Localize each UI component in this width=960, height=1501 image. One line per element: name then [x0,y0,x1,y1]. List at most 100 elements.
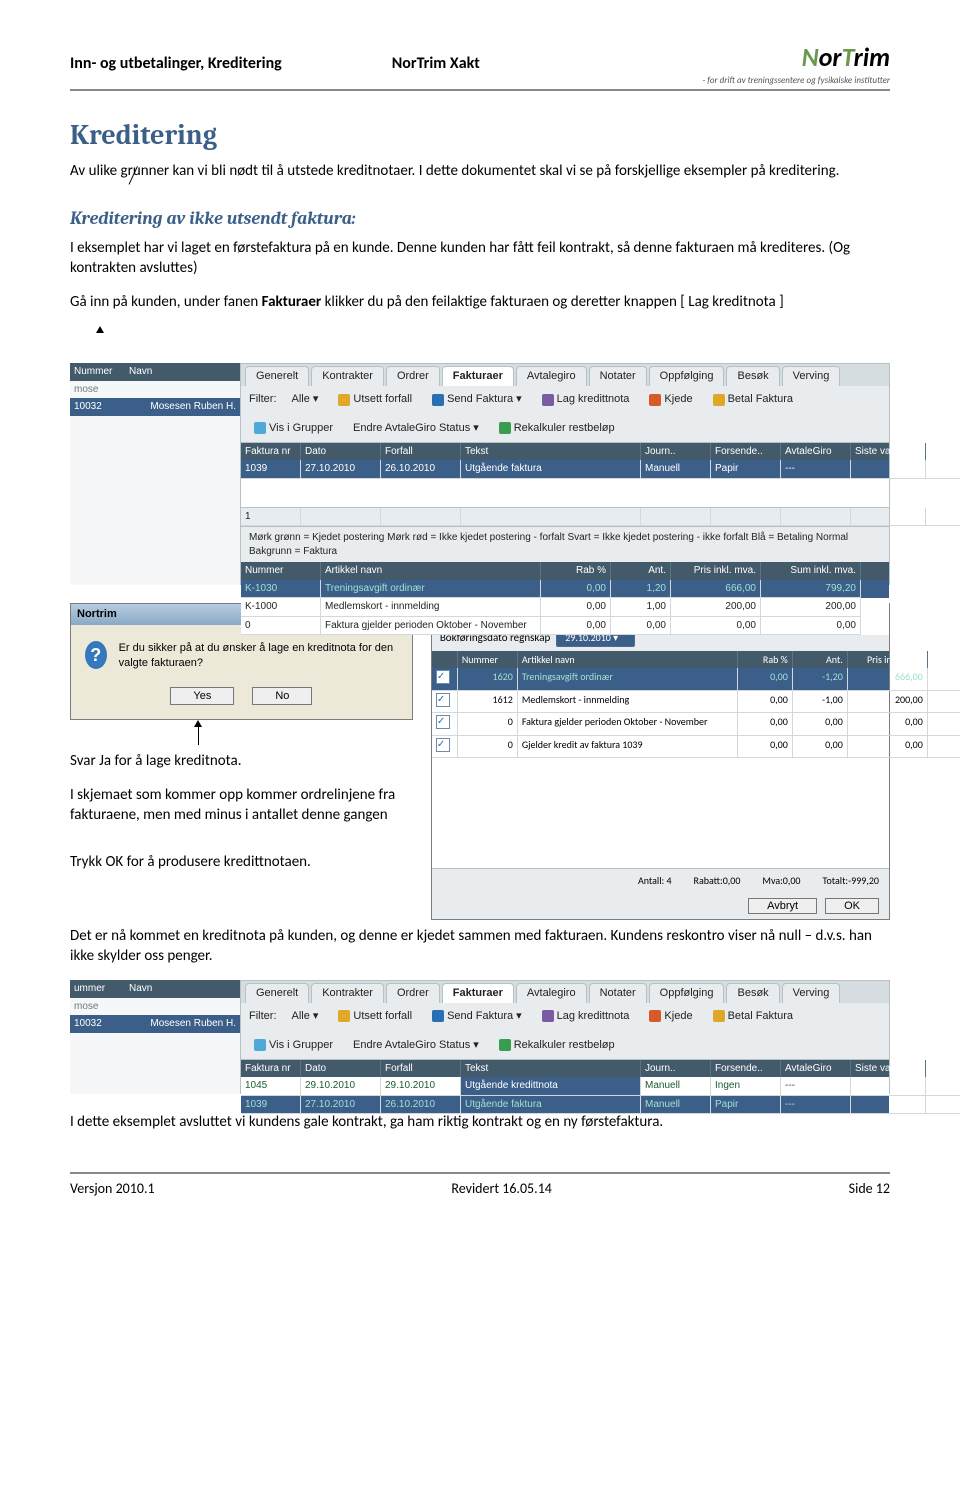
utsett-forfall-button[interactable]: Utsett forfall [333,390,417,409]
logo-tagline: - for drift av treningssentere og fysika… [702,75,890,87]
tab-oppfolging[interactable]: Oppfølging [649,983,725,1003]
customer-row[interactable]: 10032Mosesen Ruben H. [70,1015,240,1033]
tab-verving[interactable]: Verving [782,366,841,386]
order-row[interactable]: 0Gjelder kredit av faktura 10390,000,000… [432,736,889,759]
order-row[interactable]: 0Faktura gjelder perioden Oktober - Nove… [432,713,889,736]
no-button[interactable]: No [252,687,312,705]
vis-grupper-button[interactable]: Vis i Grupper [249,1036,338,1055]
lines-columns: NummerArtikkel navnRab %Ant.Pris inkl. m… [241,562,889,580]
checkbox-icon [436,670,450,684]
tab-kontrakter[interactable]: Kontrakter [311,983,384,1003]
paragraph-3: Gå inn på kunden, under fanen Fakturaer … [70,292,890,312]
tab-generelt[interactable]: Generelt [245,366,309,386]
order-row[interactable]: 1620Treningsavgift ordinær0,00-1,20666,0… [432,668,889,691]
send-faktura-button[interactable]: Send Faktura ▾ [427,390,527,409]
kjede-button[interactable]: Kjede [644,1007,697,1026]
coins-icon [713,394,725,406]
checkbox-icon [436,715,450,729]
heading-1: Kreditering [70,117,890,155]
screenshot-fakturaer: NummerNavn mose 10032Mosesen Ruben H. Ge… [70,363,890,585]
filter-dropdown[interactable]: Alle ▾ [287,1007,324,1026]
invoice-columns: Faktura nrDatoForfallTekstJourn..Forsend… [241,443,889,461]
dialog-message: Er du sikker på at du ønsker å lage en k… [119,641,398,671]
kjede-button[interactable]: Kjede [644,390,697,409]
coins-icon [713,1010,725,1022]
credit-icon [542,1010,554,1022]
paragraph-6: Trykk OK for å produsere kredittnotaen. [70,852,413,872]
send-icon [432,394,444,406]
rekalkuler-button[interactable]: Rekalkuler restbeløp [494,419,620,438]
chain-icon [649,1010,661,1022]
header-app: NorTrim Xakt [392,53,480,75]
tab-kontrakter[interactable]: Kontrakter [311,366,384,386]
tab-ordrer[interactable]: Ordrer [386,366,440,386]
credit-icon [542,394,554,406]
invoice-row[interactable]: 103927.10.201026.10.2010Utgående faktura… [241,460,889,479]
endre-avtalegiro-button[interactable]: Endre AvtaleGiro Status ▾ [348,419,484,438]
send-icon [432,1010,444,1022]
document-header: Inn- og utbetalinger, Kreditering NorTri… [70,40,890,91]
sum-row: 1999,00999,00 [241,508,889,527]
customer-row[interactable]: 10032Mosesen Ruben H. [70,398,240,416]
calc-icon [499,422,511,434]
tab-avtalegiro[interactable]: Avtalegiro [516,366,587,386]
line-row[interactable]: 0Faktura gjelder perioden Oktober - Nove… [241,617,889,636]
tab-verving[interactable]: Verving [782,983,841,1003]
vis-grupper-button[interactable]: Vis i Grupper [249,419,338,438]
paragraph-2: I eksemplet har vi laget en førstefaktur… [70,238,890,279]
filter-input[interactable]: mose [70,381,240,399]
betal-faktura-button[interactable]: Betal Faktura [708,1007,798,1026]
tab-notater[interactable]: Notater [589,366,647,386]
tab-oppfolging[interactable]: Oppfølging [649,366,725,386]
order-columns: NummerArtikkel navnRab %Ant.Pris inkl. m… [432,651,889,669]
clock-icon [338,394,350,406]
toolbar: Filter: Alle ▾ Utsett forfall Send Faktu… [241,386,889,443]
line-row[interactable]: K-1000Medlemskort - innmelding0,001,0020… [241,598,889,617]
tab-fakturaer[interactable]: Fakturaer [442,366,514,386]
tab-avtalegiro[interactable]: Avtalegiro [516,983,587,1003]
avbryt-button[interactable]: Avbryt [748,898,817,914]
lag-kredittnota-button[interactable]: Lag kredittnota [537,390,635,409]
screenshot-result: ummerNavn mose 10032Mosesen Ruben H. Gen… [70,980,890,1094]
tab-notater[interactable]: Notater [589,983,647,1003]
calc-icon [499,1039,511,1051]
group-icon [254,422,266,434]
checkbox-icon [436,738,450,752]
group-icon [254,1039,266,1051]
filter-input[interactable]: mose [70,998,240,1016]
lag-kredittnota-button[interactable]: Lag kredittnota [537,1007,635,1026]
tab-ordrer[interactable]: Ordrer [386,983,440,1003]
utsett-forfall-button[interactable]: Utsett forfall [333,1007,417,1026]
rekalkuler-button[interactable]: Rekalkuler restbeløp [494,1036,620,1055]
legend-text: Mørk grønn = Kjedet postering Mørk rød =… [241,526,889,562]
ok-button[interactable]: OK [825,898,879,914]
invoice-row[interactable]: 103927.10.201026.10.2010Utgående faktura… [241,1096,889,1115]
betal-faktura-button[interactable]: Betal Faktura [708,390,798,409]
dialog-title: Nortrim [77,607,117,622]
send-faktura-button[interactable]: Send Faktura ▾ [427,1007,527,1026]
paragraph-8: I dette eksemplet avsluttet vi kundens g… [70,1112,890,1132]
totals-row: Antall: 4 Rabatt:0,00 Mva:0,00 Totalt:-9… [432,868,889,893]
line-row[interactable]: K-1030Treningsavgift ordinær0,001,20666,… [241,580,889,599]
tab-besok[interactable]: Besøk [726,983,779,1003]
page-footer: Versjon 2010.1 Revidert 16.05.14 Side 12 [70,1172,890,1199]
endre-avtalegiro-button[interactable]: Endre AvtaleGiro Status ▾ [348,1036,484,1055]
chain-icon [649,394,661,406]
paragraph-7: Det er nå kommet en kreditnota på kunden… [70,926,890,967]
footer-version: Versjon 2010.1 [70,1180,155,1199]
logo: NorTrim [702,40,890,75]
footer-page: Side 12 [849,1180,890,1199]
paragraph-4: Svar Ja for å lage kreditnota. [70,751,413,771]
clock-icon [338,1010,350,1022]
paragraph-5: I skjemaet som kommer opp kommer ordreli… [70,785,413,826]
tab-fakturaer[interactable]: Fakturaer [442,983,514,1003]
tab-bar: Generelt Kontrakter Ordrer Fakturaer Avt… [241,364,889,386]
footer-revised: Revidert 16.05.14 [451,1180,552,1199]
order-row[interactable]: 1612Medlemskort - innmelding0,00-1,00200… [432,691,889,714]
invoice-row[interactable]: 104529.10.201029.10.2010Utgående kreditt… [241,1077,889,1096]
yes-button[interactable]: Yes [170,687,234,705]
tab-generelt[interactable]: Generelt [245,983,309,1003]
filter-dropdown[interactable]: Alle ▾ [287,390,324,409]
tab-besok[interactable]: Besøk [726,366,779,386]
paragraph-intro: Av ulike grunner kan vi bli nødt til å u… [70,161,890,181]
